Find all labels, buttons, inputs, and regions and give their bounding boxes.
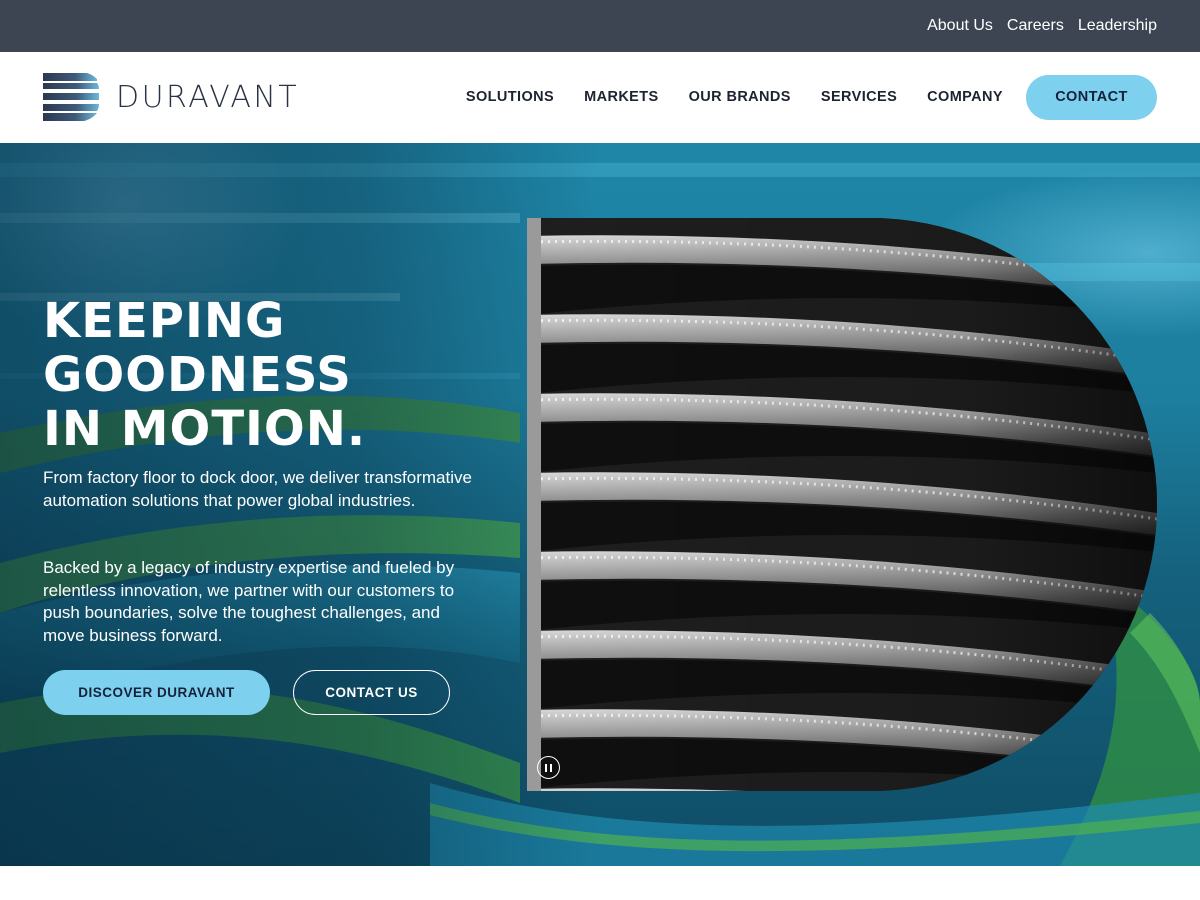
discover-duravant-button[interactable]: DISCOVER DURAVANT: [43, 670, 270, 715]
hero-body-paragraph: Backed by a legacy of industry expertise…: [43, 558, 455, 645]
nav-item-solutions[interactable]: SOLUTIONS: [466, 89, 554, 105]
hero-video[interactable]: [527, 218, 1157, 791]
utility-bar: About Us Careers Leadership: [0, 0, 1200, 52]
nav-item-services[interactable]: SERVICES: [821, 89, 897, 105]
logo-link[interactable]: DURAVANT: [43, 73, 323, 121]
hero-intro-paragraph: From factory floor to dock door, we deli…: [43, 468, 472, 510]
nav-item-our-brands[interactable]: OUR BRANDS: [689, 89, 791, 105]
brand-name: DURAVANT: [116, 79, 300, 115]
page-bottom-strip: [0, 866, 1200, 900]
hero-title: KEEPING GOODNESS IN MOTION.: [43, 294, 513, 456]
hero-title-line-1: KEEPING: [43, 293, 286, 349]
hero-section: KEEPING GOODNESS IN MOTION. From factory…: [0, 143, 1200, 866]
pause-button[interactable]: [537, 756, 560, 779]
utility-link-careers[interactable]: Careers: [1007, 17, 1064, 35]
duravant-d-logo-icon: [43, 73, 99, 121]
main-nav: SOLUTIONS MARKETS OUR BRANDS SERVICES CO…: [466, 74, 1157, 120]
nav-item-markets[interactable]: MARKETS: [584, 89, 659, 105]
main-header: DURAVANT SOLUTIONS MARKETS OUR BRANDS SE…: [0, 52, 1200, 143]
utility-link-leadership[interactable]: Leadership: [1078, 17, 1157, 35]
contact-button[interactable]: CONTACT: [1026, 74, 1157, 120]
utility-link-about-us[interactable]: About Us: [927, 17, 993, 35]
contact-us-button[interactable]: CONTACT US: [293, 670, 450, 715]
spiral-conveyor-image: [527, 218, 1157, 791]
hero-title-line-3: IN MOTION.: [43, 401, 367, 457]
pause-icon-bar: [550, 763, 552, 772]
pause-icon: [545, 763, 547, 772]
nav-item-company[interactable]: COMPANY: [927, 89, 1003, 105]
hero-title-line-2: GOODNESS: [43, 347, 352, 403]
